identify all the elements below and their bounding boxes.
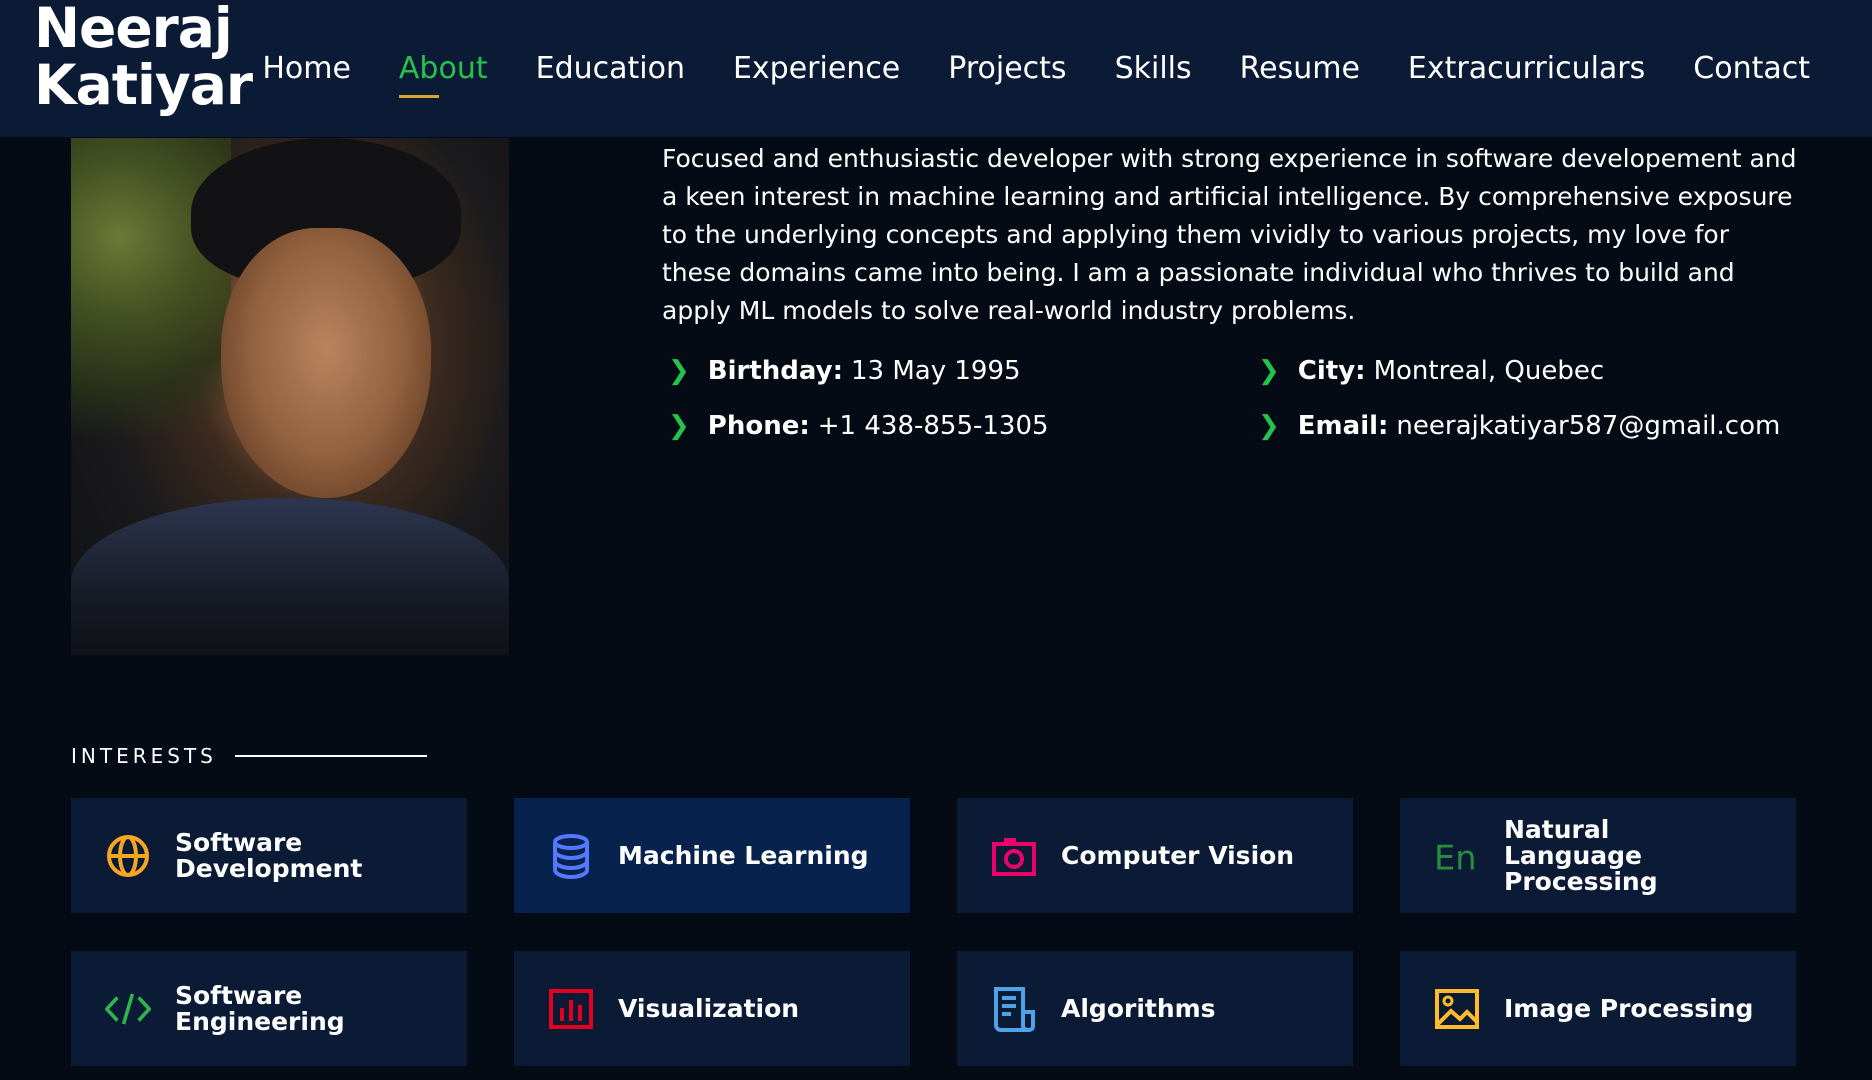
document-icon	[991, 986, 1037, 1032]
interest-card-image-processing[interactable]: Image Processing	[1400, 951, 1796, 1066]
interest-label: Image Processing	[1504, 993, 1754, 1023]
interest-label: Computer Vision	[1061, 840, 1295, 870]
svg-text:En: En	[1434, 838, 1477, 877]
detail-email: ❯ Email: neerajkatiyar587@gmail.com	[1258, 411, 1780, 441]
nav-home[interactable]: Home	[262, 51, 351, 86]
city-label: City:	[1297, 356, 1366, 386]
nav-extracurriculars[interactable]: Extracurriculars	[1408, 51, 1645, 86]
camera-icon	[991, 833, 1037, 879]
interest-label: Visualization	[618, 993, 800, 1023]
chevron-right-icon: ❯	[668, 411, 690, 441]
interest-label: Software Engineering	[175, 980, 345, 1036]
interest-card-computer-vision[interactable]: Computer Vision	[957, 798, 1353, 913]
detail-birthday: ❯ Birthday: 13 May 1995	[668, 356, 1021, 386]
interest-card-algorithms[interactable]: Algorithms	[957, 951, 1353, 1066]
logo-last-name: Katiyar	[34, 53, 253, 117]
nav-skills[interactable]: Skills	[1115, 51, 1192, 86]
interest-label: Algorithms	[1061, 993, 1216, 1023]
nav-education[interactable]: Education	[536, 51, 685, 86]
email-value: neerajkatiyar587@gmail.com	[1396, 411, 1781, 441]
nav-projects[interactable]: Projects	[948, 51, 1066, 86]
phone-value: +1 438-855-1305	[817, 411, 1049, 441]
interest-card-visualization[interactable]: Visualization	[514, 951, 910, 1066]
email-label: Email:	[1297, 411, 1389, 441]
chevron-right-icon: ❯	[1258, 356, 1280, 386]
site-header: Neeraj Katiyar Home About Education Expe…	[0, 0, 1872, 137]
interest-card-machine-learning[interactable]: Machine Learning	[514, 798, 910, 913]
nav-resume[interactable]: Resume	[1240, 51, 1360, 86]
en-language-icon: En	[1434, 833, 1480, 879]
about-bio: Focused and enthusiastic developer with …	[662, 144, 1797, 325]
interest-label: Machine Learning	[618, 840, 869, 870]
interest-card-natural-language-processing[interactable]: En Natural Language Processing	[1400, 798, 1796, 913]
city-value: Montreal, Quebec	[1373, 356, 1605, 386]
database-icon	[548, 833, 594, 879]
birthday-value: 13 May 1995	[851, 356, 1021, 386]
phone-label: Phone:	[707, 411, 810, 441]
interests-heading: INTERESTS	[71, 744, 427, 768]
divider-line	[234, 755, 427, 757]
logo-first-name: Neeraj	[34, 0, 233, 60]
image-icon	[1434, 986, 1480, 1032]
globe-icon	[105, 833, 151, 879]
detail-phone: ❯ Phone: +1 438-855-1305	[668, 411, 1049, 441]
profile-photo	[71, 138, 509, 655]
site-logo[interactable]: Neeraj Katiyar	[34, 0, 253, 117]
code-icon	[105, 986, 151, 1032]
interest-card-software-engineering[interactable]: Software Engineering	[71, 951, 467, 1066]
interest-label: Natural Language Processing	[1504, 814, 1658, 896]
interest-card-software-development[interactable]: Software Development	[71, 798, 467, 913]
bar-chart-icon	[548, 986, 594, 1032]
interest-label: Software Development	[175, 827, 363, 883]
chevron-right-icon: ❯	[668, 356, 690, 386]
nav-about[interactable]: About	[398, 51, 488, 98]
main-nav: Home About Education Experience Projects…	[262, 44, 1810, 98]
chevron-right-icon: ❯	[1258, 411, 1280, 441]
detail-city: ❯ City: Montreal, Quebec	[1258, 356, 1604, 386]
nav-contact[interactable]: Contact	[1693, 51, 1810, 86]
birthday-label: Birthday:	[707, 356, 843, 386]
nav-experience[interactable]: Experience	[733, 51, 900, 86]
